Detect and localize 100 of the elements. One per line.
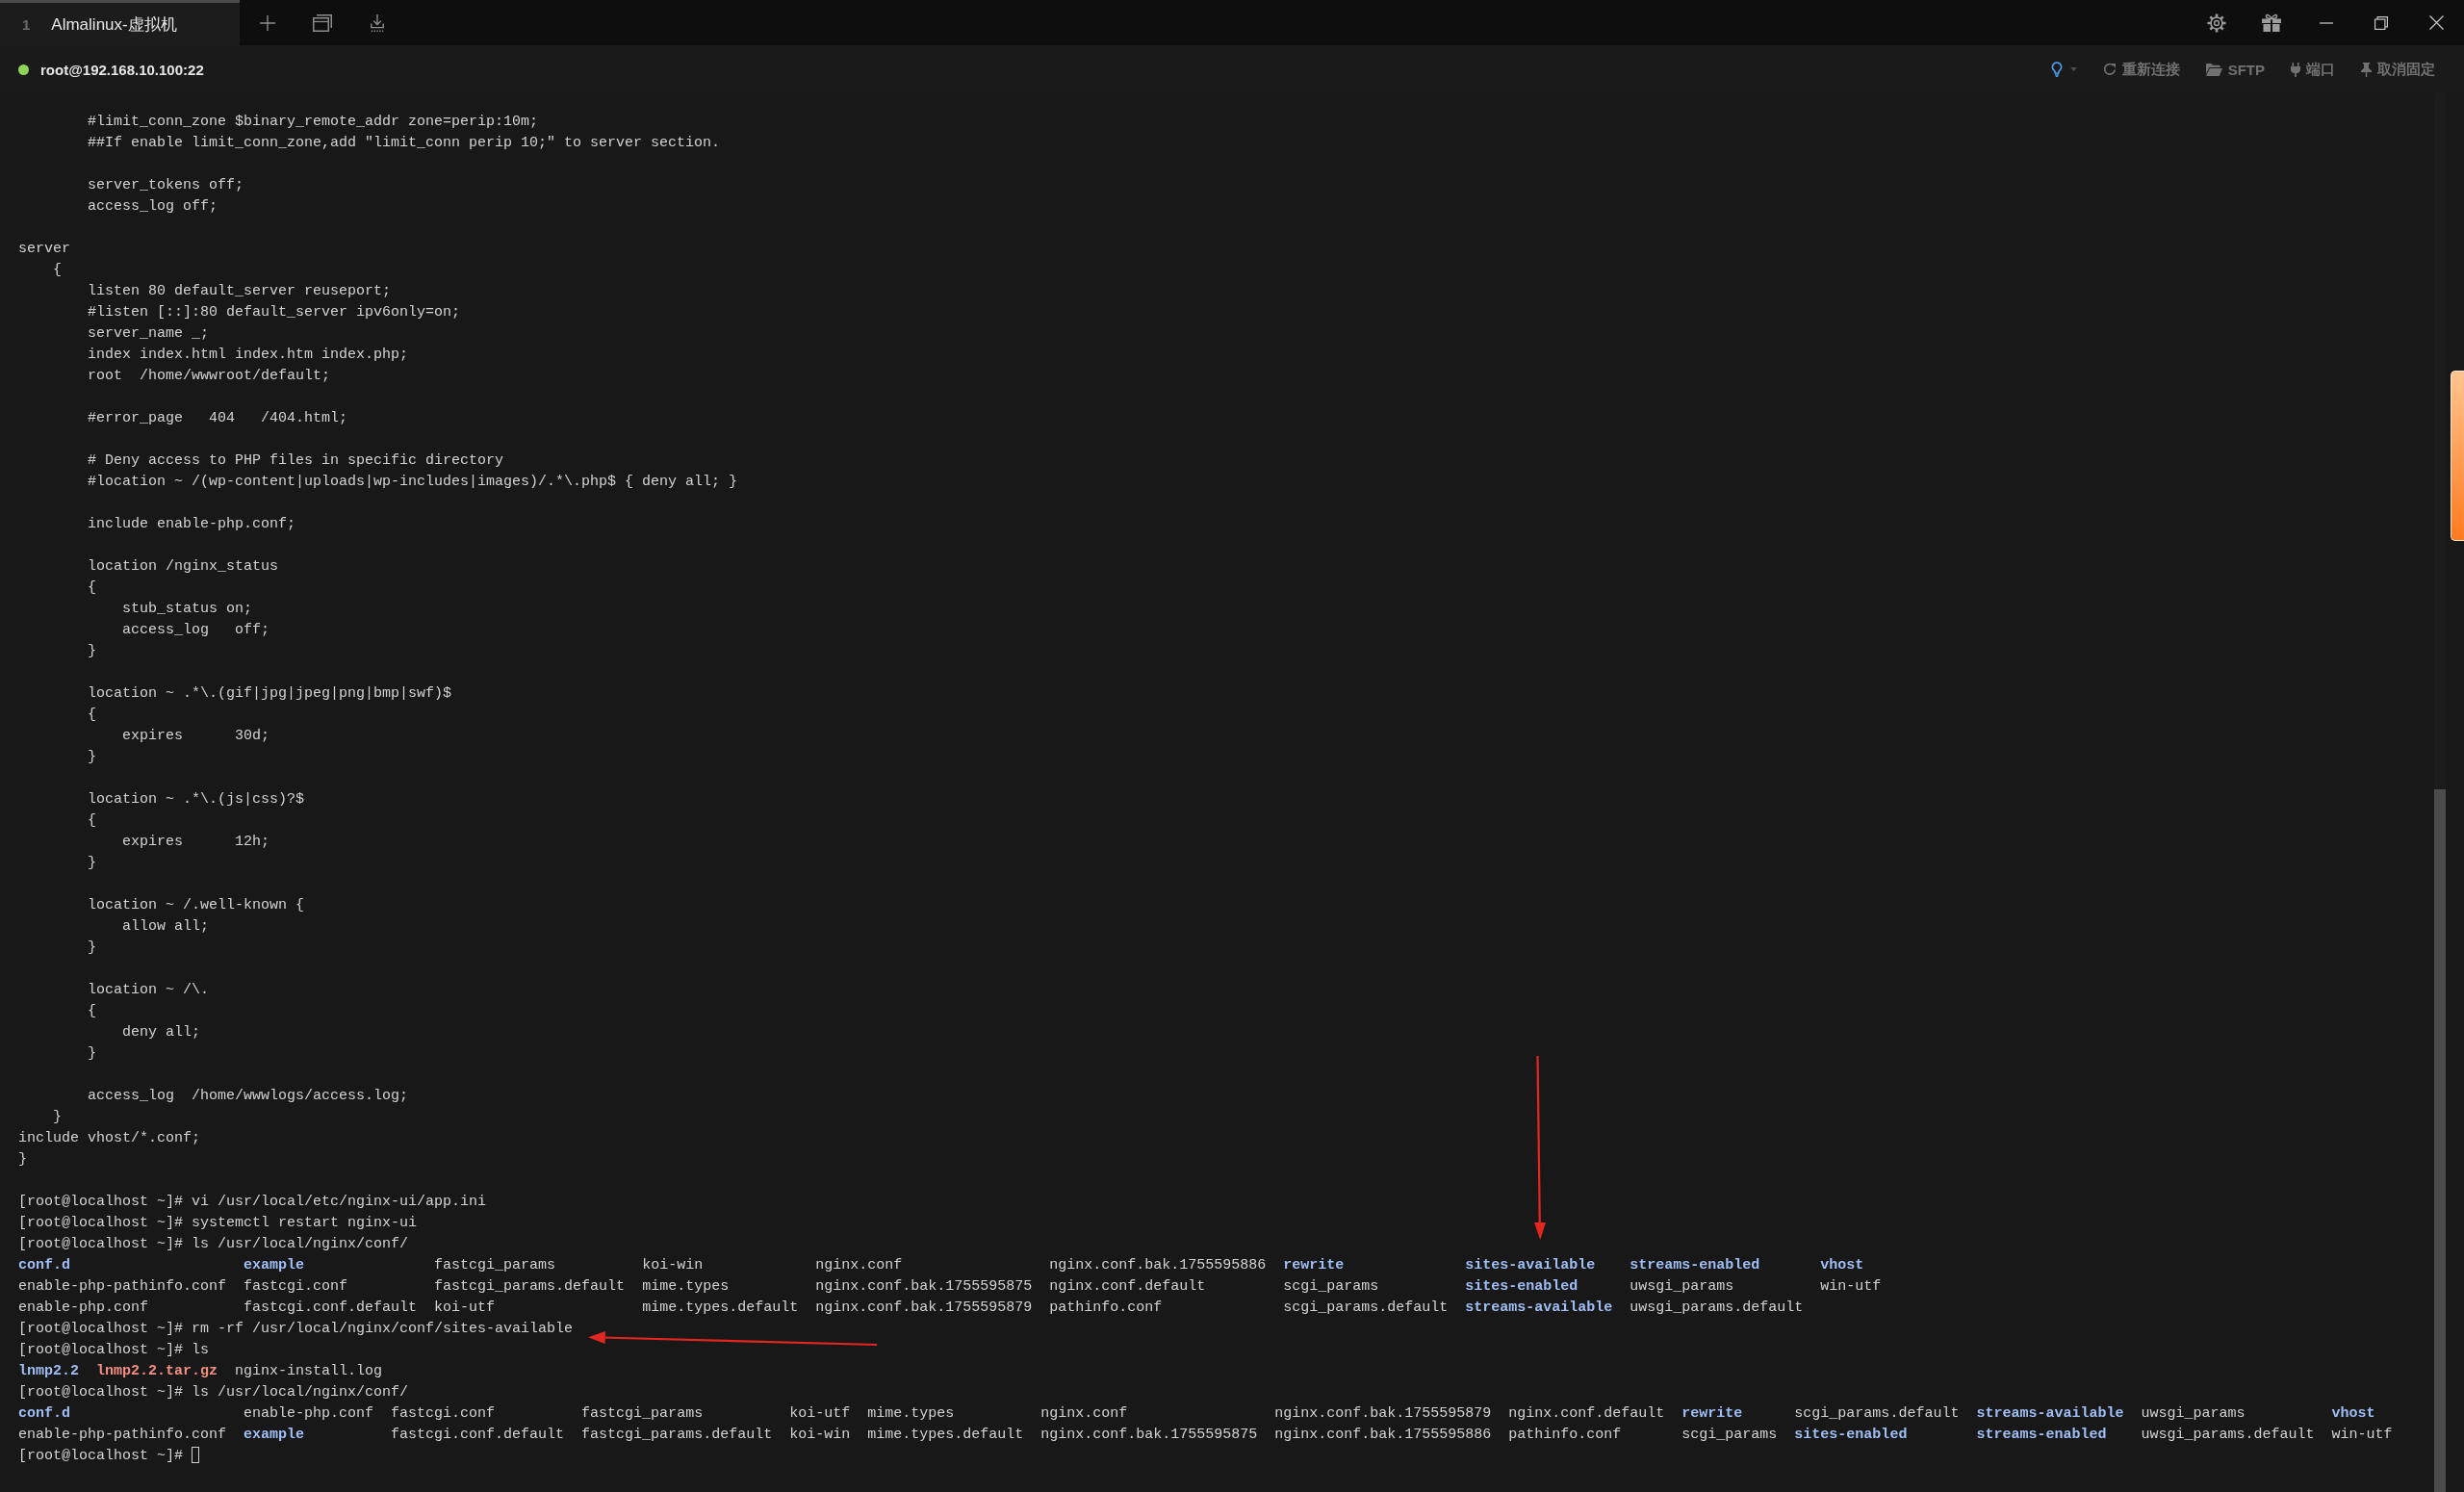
file-name: fastcgi.conf [391, 1404, 496, 1424]
directory-name: vhost [2331, 1404, 2375, 1424]
terminal-line: } [88, 855, 97, 871]
file-name: pathinfo.conf [1049, 1299, 1163, 1318]
file-name: nginx.conf.bak.1755595886 [1274, 1426, 1492, 1445]
terminal-line: server_tokens off; [88, 177, 244, 193]
file-name: fastcgi.conf.default [391, 1426, 565, 1445]
file-name: mime.types [867, 1404, 955, 1424]
file-name: pathinfo.conf [1508, 1426, 1622, 1445]
file-name: enable-php-pathinfo.conf [18, 1277, 227, 1297]
folder-icon [2205, 63, 2222, 76]
directory-name: lnmp2.2 [18, 1362, 79, 1381]
directory-name: streams-available [1465, 1299, 1613, 1318]
file-name: nginx.conf.bak.1755595875 [815, 1277, 1033, 1297]
terminal-line: root /home/wwwroot/default; [88, 368, 331, 384]
terminal-line: expires 30d; [122, 728, 270, 744]
plug-icon [2291, 62, 2300, 77]
scrollbar-track[interactable] [2434, 93, 2446, 1492]
file-name: koi-utf [789, 1404, 851, 1424]
caret-icon [2069, 67, 2077, 71]
minimize-icon[interactable] [2320, 21, 2333, 24]
terminal-line: { [88, 707, 97, 723]
session-tab[interactable]: 1 Almalinux-虚拟机 [0, 0, 240, 45]
reconnect-button[interactable]: 重新连接 [2102, 60, 2180, 79]
file-name: uwsgi_params [1630, 1277, 1734, 1297]
directory-name: streams-available [1976, 1404, 2124, 1424]
directory-name: conf.d [18, 1256, 70, 1275]
terminal-line: include vhost/*.conf; [18, 1130, 201, 1146]
terminal-line: #limit_conn_zone $binary_remote_addr zone=perip:10m; [88, 114, 539, 130]
directory-name: rewrite [1283, 1256, 1345, 1275]
terminal-line: index index.html index.htm index.php; [88, 347, 409, 363]
terminal-line: server [18, 241, 70, 257]
file-name: fastcgi_params [434, 1256, 556, 1275]
terminal-line: { [53, 262, 63, 278]
terminal-line: [root@localhost ~]# ls [18, 1342, 210, 1358]
file-name: uwsgi_params.default [2141, 1426, 2315, 1445]
terminal-line: } [88, 1045, 97, 1062]
file-name: mime.types.default [642, 1299, 799, 1318]
terminal-line: #error_page 404 /404.html; [88, 410, 348, 426]
terminal-line: access_log /home/wwwlogs/access.log; [88, 1088, 409, 1104]
download-icon[interactable] [371, 13, 384, 32]
directory-name: streams-enabled [1976, 1426, 2107, 1445]
terminal-line: [root@localhost ~]# ls /usr/local/nginx/conf/ [18, 1384, 409, 1401]
terminal-line: location /nginx_status [88, 558, 279, 575]
terminal-line: stub_status on; [122, 601, 253, 617]
plus-icon[interactable] [260, 14, 275, 31]
terminal-line: access_log off; [122, 622, 270, 638]
pin-icon [2361, 62, 2372, 77]
file-name: fastcgi.conf.default [244, 1299, 418, 1318]
text-cursor [192, 1447, 200, 1463]
file-name: scgi_params [1283, 1277, 1379, 1297]
terminal-line: server_name _; [88, 325, 210, 342]
directory-name: vhost [1820, 1256, 1864, 1275]
gift-icon[interactable] [2262, 13, 2281, 32]
terminal-line: location ~ /\. [88, 982, 210, 998]
directory-name: conf.d [18, 1404, 70, 1424]
file-name: nginx.conf [815, 1256, 903, 1275]
sftp-button[interactable]: SFTP [2205, 61, 2265, 78]
bulb-icon [2050, 62, 2063, 77]
file-name: uwsgi_params.default [1630, 1299, 1804, 1318]
terminal-line: { [88, 579, 97, 596]
scrollbar-thumb[interactable] [2434, 788, 2446, 1492]
file-name: uwsgi_params [2141, 1404, 2246, 1424]
directory-name: streams-enabled [1630, 1256, 1760, 1275]
file-name: win-utf [1820, 1277, 1882, 1297]
directory-name: example [244, 1426, 305, 1445]
window-stack-icon[interactable] [313, 13, 332, 32]
file-name: scgi_params.default [1283, 1299, 1449, 1318]
file-name: fastcgi_params.default [581, 1426, 773, 1445]
directory-name: rewrite [1681, 1404, 1743, 1424]
file-name: nginx.conf.default [1049, 1277, 1206, 1297]
terminal-line: #location ~ /(wp-content|uploads|wp-includes|images)/.*\.php$ { deny all; } [88, 474, 738, 490]
ports-button[interactable]: 端口 [2291, 60, 2335, 79]
terminal-line: } [88, 749, 97, 765]
file-name: scgi_params [1681, 1426, 1778, 1445]
file-name: scgi_params.default [1794, 1404, 1960, 1424]
file-name: koi-win [642, 1256, 704, 1275]
close-icon[interactable] [2428, 15, 2444, 30]
file-name: nginx.conf [1040, 1404, 1128, 1424]
directory-name: sites-enabled [1465, 1277, 1578, 1297]
settings-icon[interactable] [2207, 13, 2226, 33]
file-name: fastcgi.conf [244, 1277, 348, 1297]
terminal-line: } [53, 1109, 63, 1125]
file-name: koi-win [789, 1426, 851, 1445]
terminal-line: [root@localhost ~]# systemctl restart nginx-ui [18, 1215, 418, 1231]
terminal-line: [root@localhost ~]# vi /usr/local/etc/nginx-ui/app.ini [18, 1194, 487, 1210]
unpin-button[interactable]: 取消固定 [2361, 60, 2435, 79]
hint-button[interactable] [2050, 62, 2077, 77]
shell-prompt: [root@localhost ~]# [18, 1448, 184, 1464]
file-name: nginx.conf.bak.1755595879 [815, 1299, 1033, 1318]
directory-name: example [244, 1256, 305, 1275]
directory-name: sites-enabled [1794, 1426, 1908, 1445]
terminal-line: deny all; [122, 1024, 201, 1041]
directory-name: sites-available [1465, 1256, 1596, 1275]
restore-icon[interactable] [2374, 15, 2388, 30]
file-name: nginx.conf.default [1508, 1404, 1665, 1424]
file-name: enable-php.conf [18, 1299, 149, 1318]
terminal-line: } [18, 1151, 27, 1168]
file-name: mime.types [642, 1277, 730, 1297]
side-panel-handle[interactable] [2451, 371, 2464, 541]
